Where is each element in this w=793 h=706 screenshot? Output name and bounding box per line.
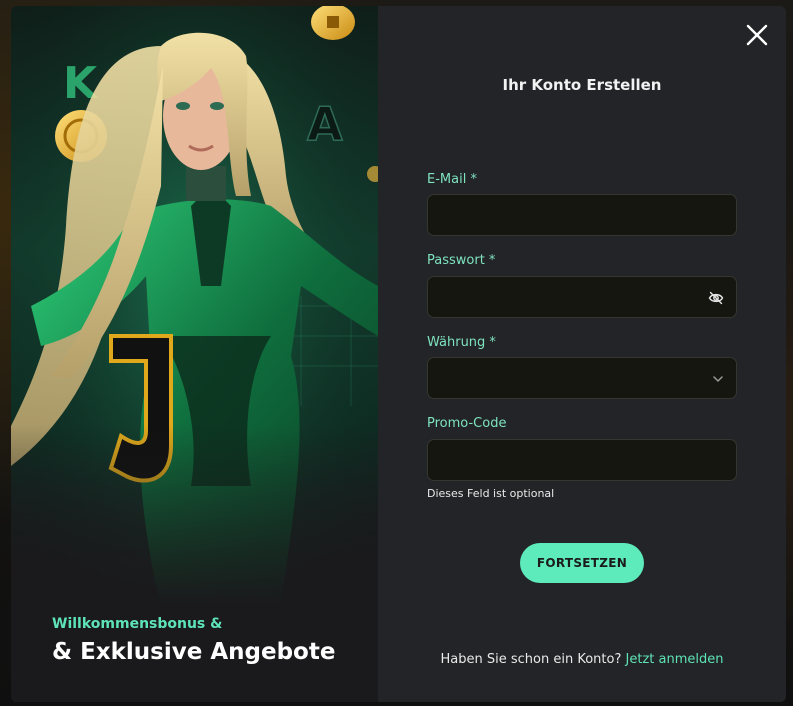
currency-select[interactable] [427, 357, 737, 399]
login-prompt-line: Haben Sie schon ein Konto? Jetzt anmelde… [378, 652, 786, 667]
password-label: Passwort * [427, 253, 496, 268]
promo-panel: K A Willkommensbonus & & Exklusive Angeb… [11, 6, 378, 702]
login-prompt-text: Haben Sie schon ein Konto? [440, 652, 622, 667]
close-icon[interactable] [744, 22, 770, 48]
continue-button[interactable]: FORTSETZEN [520, 543, 644, 583]
password-field[interactable] [428, 277, 736, 317]
login-link[interactable]: Jetzt anmelden [626, 652, 724, 667]
password-field-wrapper [427, 276, 737, 318]
chevron-down-icon [713, 376, 723, 382]
promo-illustration: K A [11, 6, 378, 702]
promo-code-field[interactable] [428, 440, 736, 480]
currency-label: Währung * [427, 335, 496, 350]
promo-code-hint: Dieses Feld ist optional [427, 487, 555, 500]
promo-subtitle: Willkommensbonus & [52, 616, 223, 632]
email-field[interactable] [428, 195, 736, 235]
email-field-wrapper [427, 194, 737, 236]
form-title: Ihr Konto Erstellen [502, 76, 662, 94]
promo-code-field-wrapper [427, 439, 737, 481]
eye-off-icon[interactable] [708, 290, 724, 306]
promo-code-label: Promo-Code [427, 416, 507, 431]
register-modal: K A Willkommensbonus & & Exklusive Angeb… [11, 6, 786, 702]
email-label: E-Mail * [427, 172, 477, 187]
promo-title: & Exklusive Angebote [52, 639, 336, 665]
register-form: Ihr Konto Erstellen E-Mail * Passwort * … [378, 6, 786, 702]
